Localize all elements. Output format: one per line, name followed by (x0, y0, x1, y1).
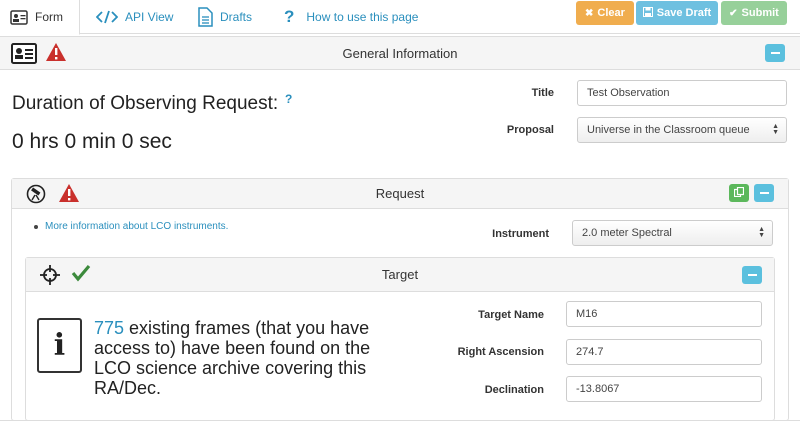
copy-request-button[interactable] (729, 184, 749, 202)
crosshair-icon (40, 265, 60, 288)
warning-icon (58, 183, 80, 206)
request-header: Request (12, 179, 788, 209)
archive-message: 775 existing frames (that you have acces… (94, 318, 394, 398)
check-icon: ✔ (729, 7, 738, 19)
check-icon (71, 264, 91, 285)
collapse-general-button[interactable] (765, 44, 785, 62)
title-label: Title (531, 87, 554, 99)
floppy-disk-icon (642, 6, 653, 20)
minus-icon (770, 52, 780, 54)
instrument-select[interactable]: 2.0 meter Spectral ▲ ▼ (572, 220, 773, 246)
target-name-label: Target Name (478, 309, 544, 321)
lco-instruments-link[interactable]: More information about LCO instruments. (45, 221, 228, 232)
right-ascension-input[interactable]: 274.7 (566, 339, 762, 365)
select-arrows-icon: ▲ ▼ (758, 226, 765, 239)
target-name-input[interactable]: M16 (566, 301, 762, 327)
minus-icon (747, 274, 757, 276)
proposal-label: Proposal (506, 124, 554, 136)
list-bullet (34, 225, 38, 229)
telescope-icon (26, 184, 46, 207)
save-draft-button-label: Save Draft (656, 7, 712, 19)
tab-form-label: Form (35, 10, 63, 24)
submit-button-label: Submit (741, 7, 779, 19)
request-title: Request (375, 186, 425, 201)
save-draft-button[interactable]: Save Draft (636, 1, 718, 25)
select-arrows-icon: ▲ ▼ (772, 123, 779, 136)
proposal-select-value: Universe in the Classroom queue (587, 124, 750, 136)
title-input[interactable]: Test Observation (577, 80, 787, 106)
tab-form[interactable]: Form (0, 0, 80, 35)
clear-button[interactable]: ✖ Clear (576, 1, 634, 25)
top-nav: Form API View Drafts ? How to use this p… (0, 0, 800, 35)
duration-label: Duration of Observing Request: (12, 93, 279, 114)
copy-icon (733, 186, 745, 200)
instrument-label: Instrument (492, 228, 549, 240)
tab-how-to-use[interactable]: ? How to use this page (284, 0, 418, 34)
proposal-select[interactable]: Universe in the Classroom queue ▲ ▼ (577, 117, 787, 143)
collapse-target-button[interactable] (742, 266, 762, 284)
target-header: Target (26, 258, 774, 292)
code-icon (96, 10, 118, 24)
general-information-header: General Information (0, 37, 800, 70)
declination-label: Declination (484, 384, 544, 396)
close-icon: ✖ (585, 7, 594, 19)
tab-drafts[interactable]: Drafts (197, 0, 252, 34)
submit-button[interactable]: ✔ Submit (721, 1, 787, 25)
id-card-icon (11, 43, 37, 67)
duration-help-link[interactable]: ? (285, 92, 292, 106)
info-icon: i (37, 318, 82, 373)
warning-icon (45, 42, 67, 65)
collapse-request-button[interactable] (754, 184, 774, 202)
question-icon: ? (284, 7, 295, 26)
tab-api-view[interactable]: API View (96, 0, 173, 34)
instrument-select-value: 2.0 meter Spectral (582, 227, 672, 239)
minus-icon (759, 192, 769, 194)
declination-input[interactable]: -13.8067 (566, 376, 762, 402)
duration-value: 0 hrs 0 min 0 sec (12, 130, 172, 153)
right-ascension-label: Right Ascension (457, 346, 544, 358)
tab-api-view-label: API View (125, 10, 174, 24)
clear-button-label: Clear (597, 7, 625, 19)
general-information-title: General Information (342, 46, 458, 61)
target-title: Target (381, 267, 419, 282)
tab-drafts-label: Drafts (220, 10, 253, 24)
archive-message-text: existing frames (that you have access to… (94, 318, 371, 398)
tab-how-to-use-label: How to use this page (306, 10, 419, 24)
document-icon (197, 7, 213, 27)
form-icon (10, 9, 28, 25)
archive-count-link[interactable]: 775 (94, 318, 124, 338)
